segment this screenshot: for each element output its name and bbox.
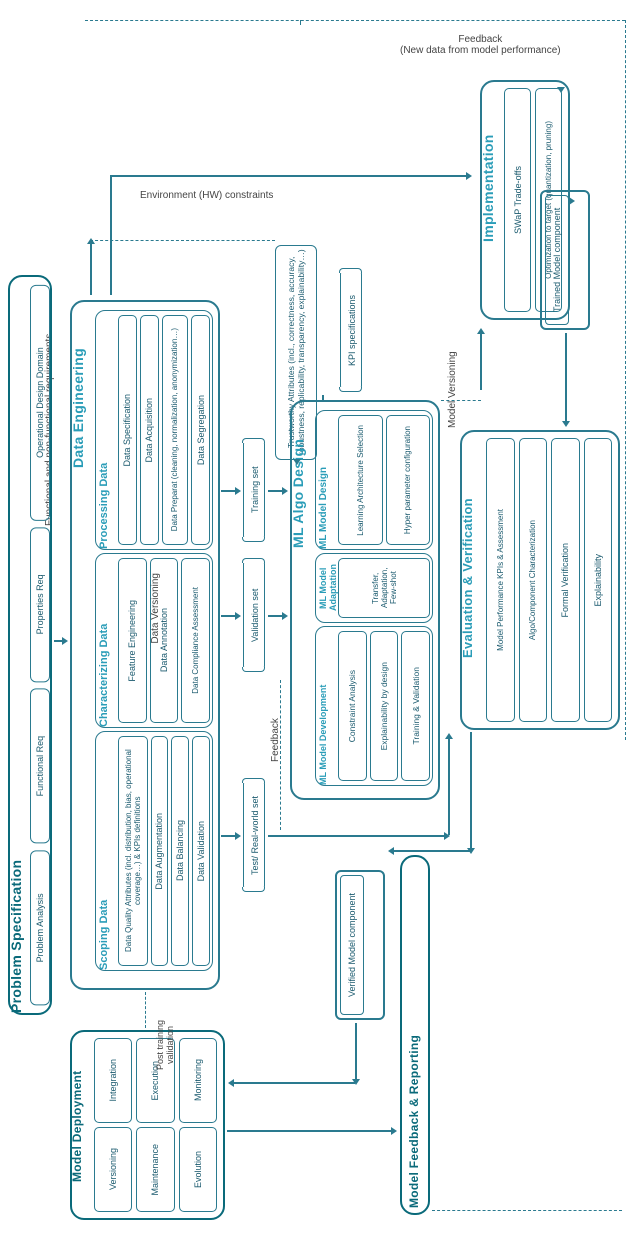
eval-kpis: Model Performance KPIs & Assessment [496, 509, 505, 651]
scoping-title: Scoping Data [98, 732, 110, 970]
arrow-env-v [110, 175, 112, 295]
model-deployment-stage: Model Deployment Integration Execution M… [70, 1030, 225, 1220]
impl-title: Implementation [480, 88, 496, 288]
dashed-feedback [280, 680, 281, 830]
scope-bal: Data Balancing [175, 820, 185, 881]
eval-title: Evaluation & Verification [460, 438, 475, 718]
feedback-reporting-title: Model Feedback & Reporting [407, 862, 421, 1208]
dep-versioning: Versioning [108, 1148, 118, 1190]
arrow-eval-verified2 [390, 850, 470, 852]
data-eng-title: Data Engineering [70, 308, 86, 508]
feedback-text: Feedback [400, 34, 561, 45]
dep-maintenance: Maintenance [150, 1144, 160, 1196]
scope-aug: Data Augmentation [154, 813, 164, 890]
env-constraints-label: Environment (HW) constraints [140, 190, 273, 201]
data-engineering-stage: Data Engineering Processing Data Data Sp… [70, 300, 220, 990]
test-set: Test/ Real-world set [243, 780, 265, 890]
arrow-test-eval [268, 835, 448, 837]
ml-model-adapt-group: ML Model Adaptation Transfer, Adaptation… [315, 553, 433, 623]
char-title: Characterizing Data [98, 554, 110, 727]
ml-adapt-title: ML Model Adaptation [318, 554, 338, 622]
processing-title: Processing Data [98, 311, 110, 549]
arrow-de-test [221, 835, 239, 837]
prob-spec-odd: Operational Design Domain [30, 285, 50, 521]
ml-algo-title: ML Algo Design [290, 408, 306, 578]
eval-explain: Explainability [593, 554, 603, 607]
arrow-test-eval2 [448, 735, 450, 835]
arrow-verified-dep1 [355, 1023, 357, 1083]
processing-data-group: Processing Data Data Specification Data … [95, 310, 213, 550]
ml-constraint: Constraint Analysis [347, 670, 357, 742]
impl-swap: SWaP Trade-offs [513, 166, 523, 234]
arrow-trained-eval [565, 333, 567, 425]
ml-algo-design-stage: ML Algo Design ML Model Design Learning … [290, 400, 440, 800]
ml-explain: Explainability by design [379, 662, 389, 750]
eval-char: Algo/Component Characterization [528, 520, 537, 640]
ml-dev-title: ML Model Development [318, 627, 328, 785]
scoping-data-group: Scoping Data Data Quality Attributes (in… [95, 731, 213, 971]
feedback-reporting-stage: Model Feedback & Reporting [400, 855, 430, 1215]
dummy3 [572, 200, 573, 202]
proc-prep: Data Preparat (cleaning, normalization, … [170, 328, 179, 531]
scope-val: Data Validation [196, 821, 206, 881]
feedback-top-label: Feedback (New data from model performanc… [400, 34, 561, 56]
dep-monitoring: Monitoring [193, 1059, 203, 1101]
arrow-env-impl [110, 175, 470, 177]
problem-spec-title: Problem Specification [8, 277, 24, 1013]
trained-model-box: Trained Model component [540, 190, 590, 330]
dash-de-trust [90, 240, 275, 241]
prob-spec-properties: Properties Req [30, 527, 50, 682]
arrow-verified-dep2 [230, 1082, 355, 1084]
validation-set: Validation set [243, 560, 265, 670]
proc-acq: Data Acquisition [144, 398, 154, 463]
arrow-train-ml [268, 490, 286, 492]
dash-ml-impl [441, 400, 481, 401]
problem-specification-stage: Problem Specification Operational Design… [8, 275, 52, 1015]
kpi-specifications: KPI specifications [340, 270, 362, 390]
ml-train-val: Training & Validation [411, 667, 421, 745]
data-versioning-label: Data Versioning [150, 570, 161, 644]
proc-spec: Data Specification [122, 394, 132, 467]
ml-model-design-group: ML Model Design Learning Architecture Se… [315, 410, 433, 550]
dash-de-dep [145, 992, 146, 1028]
trained-model-text: Trained Model component [545, 195, 569, 325]
dash-top-h [85, 20, 625, 21]
arrow-de-train [221, 490, 239, 492]
arrow-eval-verified1 [470, 732, 472, 852]
deploy-title: Model Deployment [70, 1038, 84, 1214]
ml-design-title: ML Model Design [318, 411, 329, 549]
training-set: Training set [243, 440, 265, 540]
dep-integration: Integration [108, 1059, 118, 1102]
dash-right-v [625, 20, 626, 740]
arrow-ml-impl [480, 330, 482, 390]
ml-transfer: Transfer, Adaptation, Few-shot [371, 561, 398, 615]
proc-seg: Data Segregation [196, 395, 206, 465]
model-versioning-label: Model Versioning [447, 340, 458, 440]
arrow-de-val [221, 615, 239, 617]
arr-kpi-ml [322, 395, 324, 400]
verified-model-text: Verified Model component [340, 875, 364, 1015]
dummy [296, 462, 297, 463]
arrow-de-up [90, 240, 92, 295]
prob-spec-analysis: Problem Analysis [30, 850, 50, 1005]
verified-model-box: Verified Model component [335, 870, 385, 1020]
dash-bot-h [432, 1210, 622, 1211]
prob-spec-functional: Functional Req [30, 688, 50, 843]
evaluation-stage: Evaluation & Verification Model Performa… [460, 430, 620, 730]
arrow-val-ml [268, 615, 286, 617]
post-training-label: Post training validation [155, 1000, 175, 1090]
arrow-ps-de [54, 640, 66, 642]
scope-quality: Data Quality Attributes (incl. distribut… [124, 739, 142, 963]
ml-model-dev-group: ML Model Development Constraint Analysis… [315, 626, 433, 786]
eval-formal: Formal Verification [560, 543, 570, 618]
char-feat: Feature Engineering [127, 600, 137, 682]
dummy2 [560, 90, 562, 91]
dep-evolution: Evolution [193, 1151, 203, 1188]
feedback-subtext: (New data from model performance) [400, 45, 561, 56]
arrow-dep-fb [227, 1130, 395, 1132]
ml-arch-sel: Learning Architecture Selection [356, 425, 365, 536]
ml-hyper: Hyper parameter configuration [403, 426, 412, 534]
char-compl: Data Compliance Assessment [191, 587, 200, 694]
